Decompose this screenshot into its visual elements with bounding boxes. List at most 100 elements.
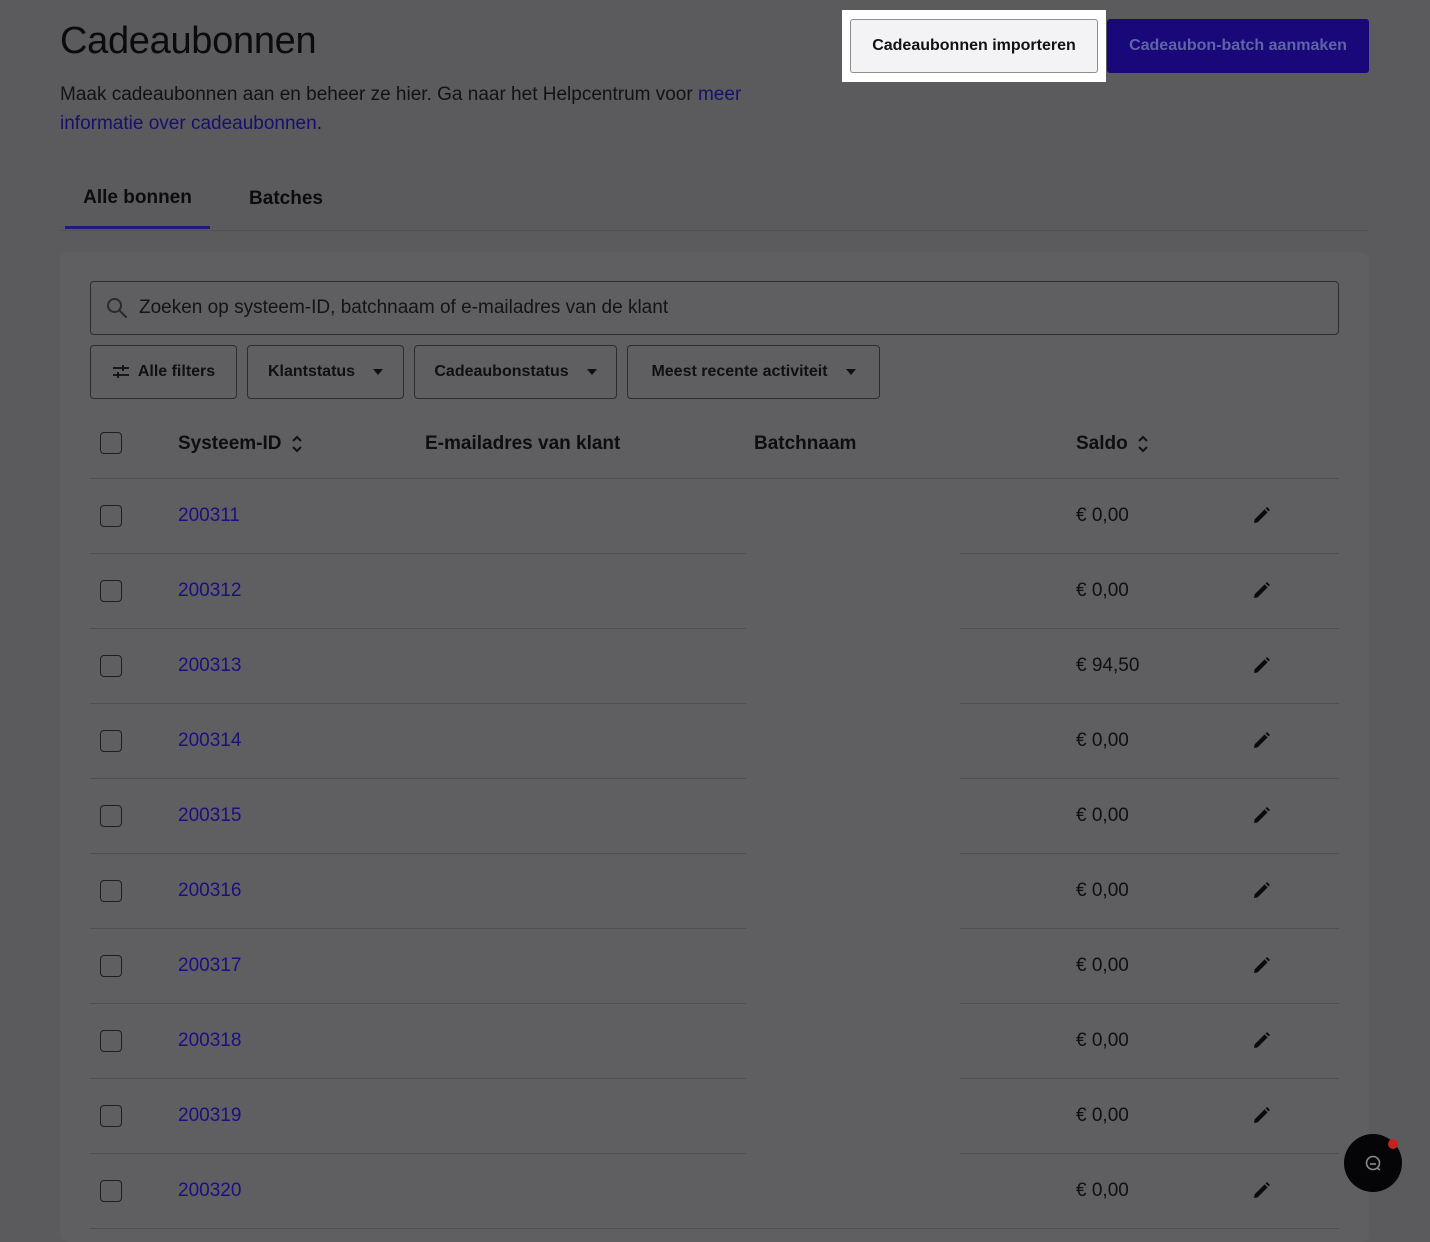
all-filters-label: Alle filters [137,363,216,380]
column-system-id[interactable]: Systeem-ID [178,410,304,478]
search-icon [107,298,128,319]
column-balance[interactable]: Saldo [1076,410,1150,478]
notification-badge [1388,1139,1398,1149]
row-checkbox[interactable] [100,1180,122,1202]
page-description: Maak cadeaubonnen aan en beheer ze hier.… [60,80,780,138]
system-id-link[interactable]: 200312 [178,554,241,628]
intro-text: Maak cadeaubonnen aan en beheer ze hier.… [60,84,698,105]
all-filters-button[interactable]: Alle filters [90,345,237,399]
chat-icon [1365,1155,1381,1171]
row-checkbox[interactable] [100,805,122,827]
customer-status-label: Klantstatus [267,363,356,380]
column-system-id-label: Systeem-ID [178,433,282,454]
batch-name: 200 cadeaubon batch [755,806,919,825]
batch-name: 200 cadeaubon batch [755,506,919,525]
batch-name: 200 cadeaubon batch [755,731,919,750]
system-id-link[interactable]: 200314 [178,704,241,778]
balance-value: € 94,50 [1076,655,1140,676]
batch-name: 200 cadeaubon batch [755,881,919,900]
balance-value: € 0,00 [1076,580,1129,601]
pencil-icon[interactable] [1250,655,1272,677]
table-row: 200316 200 cadeaubon batch € 0,00 [90,854,1339,929]
system-id-link[interactable]: 200318 [178,1004,241,1078]
table-body: 200311 200 cadeaubon batch € 0,00 200312 200… [90,479,1339,1229]
table-row: 200312 200 cadeaubon batch € 0,00 [90,554,1339,629]
column-email: E-mailadres van klant [425,433,621,454]
table-row: 200315 200 cadeaubon batch € 0,00 [90,779,1339,854]
balance-value: € 0,00 [1076,880,1129,901]
balance-value: € 0,00 [1076,955,1129,976]
table-row: 200317 200 cadeaubon batch € 0,00 [90,929,1339,1004]
pencil-icon[interactable] [1250,880,1272,902]
chevron-down-icon [586,369,597,375]
giftcard-status-label: Cadeaubonstatus [434,363,569,380]
table-row: 200313 200 cadeaubon batch € 94,50 [90,629,1339,704]
row-checkbox[interactable] [100,1105,122,1127]
system-id-link[interactable]: 200311 [178,479,240,553]
select-all-checkbox[interactable] [100,432,122,454]
balance-value: € 0,00 [1076,505,1129,526]
tab-batches[interactable]: Batches [230,170,342,228]
sliders-icon [112,365,129,378]
pencil-icon[interactable] [1250,505,1272,527]
system-id-link[interactable]: 200313 [178,629,241,703]
page-title: Cadeaubonnen [60,20,317,62]
pencil-icon[interactable] [1250,730,1272,752]
sort-icon [1138,435,1148,453]
system-id-link[interactable]: 200316 [178,854,241,928]
giftcards-card: Alle filters Klantstatus Cadeaubonstatus… [60,252,1369,1242]
batch-name: 200 cadeaubon batch [755,956,919,975]
balance-value: € 0,00 [1076,805,1129,826]
import-button-highlight: Cadeaubonnen importeren [842,10,1106,82]
giftcard-status-dropdown[interactable]: Cadeaubonstatus [414,345,617,399]
column-batch-name: Batchnaam [754,433,857,454]
import-giftcards-button[interactable]: Cadeaubonnen importeren [850,19,1098,73]
chevron-down-icon [845,369,856,375]
table-row: 200319 200 cadeaubon batch € 0,00 [90,1079,1339,1154]
table-row: 200314 200 cadeaubon batch € 0,00 [90,704,1339,779]
chevron-down-icon [373,369,384,375]
balance-value: € 0,00 [1076,730,1129,751]
row-checkbox[interactable] [100,655,122,677]
pencil-icon[interactable] [1250,805,1272,827]
batch-name: 200 cadeaubon batch [755,1181,919,1200]
recent-activity-label: Meest recente activiteit [651,363,828,380]
create-batch-button[interactable]: Cadeaubon-batch aanmaken [1107,19,1369,73]
recent-activity-dropdown[interactable]: Meest recente activiteit [627,345,880,399]
table-row: 200311 200 cadeaubon batch € 0,00 [90,479,1339,554]
system-id-link[interactable]: 200317 [178,929,241,1003]
intro-end: . [316,113,322,134]
batch-name: 200 cadeaubon batch [755,1106,919,1125]
batch-name: 200 cadeaubon batch [755,1031,919,1050]
table-row: 200320 200 cadeaubon batch € 0,00 [90,1154,1339,1229]
row-checkbox[interactable] [100,880,122,902]
row-checkbox[interactable] [100,730,122,752]
system-id-link[interactable]: 200320 [178,1154,241,1228]
pencil-icon[interactable] [1250,955,1272,977]
row-checkbox[interactable] [100,580,122,602]
batch-name: 200 cadeaubon batch [755,581,919,600]
pencil-icon[interactable] [1250,1180,1272,1202]
tabs: Alle bonnen Batches [60,170,1369,231]
table-header: Systeem-ID E-mailadres van klant Batchna… [90,410,1339,479]
system-id-link[interactable]: 200319 [178,1079,241,1153]
balance-value: € 0,00 [1076,1030,1129,1051]
search-bar[interactable] [90,281,1339,335]
chat-button[interactable] [1344,1134,1402,1192]
balance-value: € 0,00 [1076,1105,1129,1126]
sort-icon [291,435,302,453]
customer-status-dropdown[interactable]: Klantstatus [247,345,404,399]
tab-all-giftcards[interactable]: Alle bonnen [65,170,210,229]
row-checkbox[interactable] [100,955,122,977]
row-checkbox[interactable] [100,505,122,527]
balance-value: € 0,00 [1076,1180,1129,1201]
search-input[interactable] [137,281,1338,335]
pencil-icon[interactable] [1250,580,1272,602]
batch-name: 200 cadeaubon batch [755,656,919,675]
table-row: 200318 200 cadeaubon batch € 0,00 [90,1004,1339,1079]
system-id-link[interactable]: 200315 [178,779,241,853]
column-balance-label: Saldo [1076,433,1128,454]
pencil-icon[interactable] [1250,1030,1272,1052]
row-checkbox[interactable] [100,1030,122,1052]
pencil-icon[interactable] [1250,1105,1272,1127]
